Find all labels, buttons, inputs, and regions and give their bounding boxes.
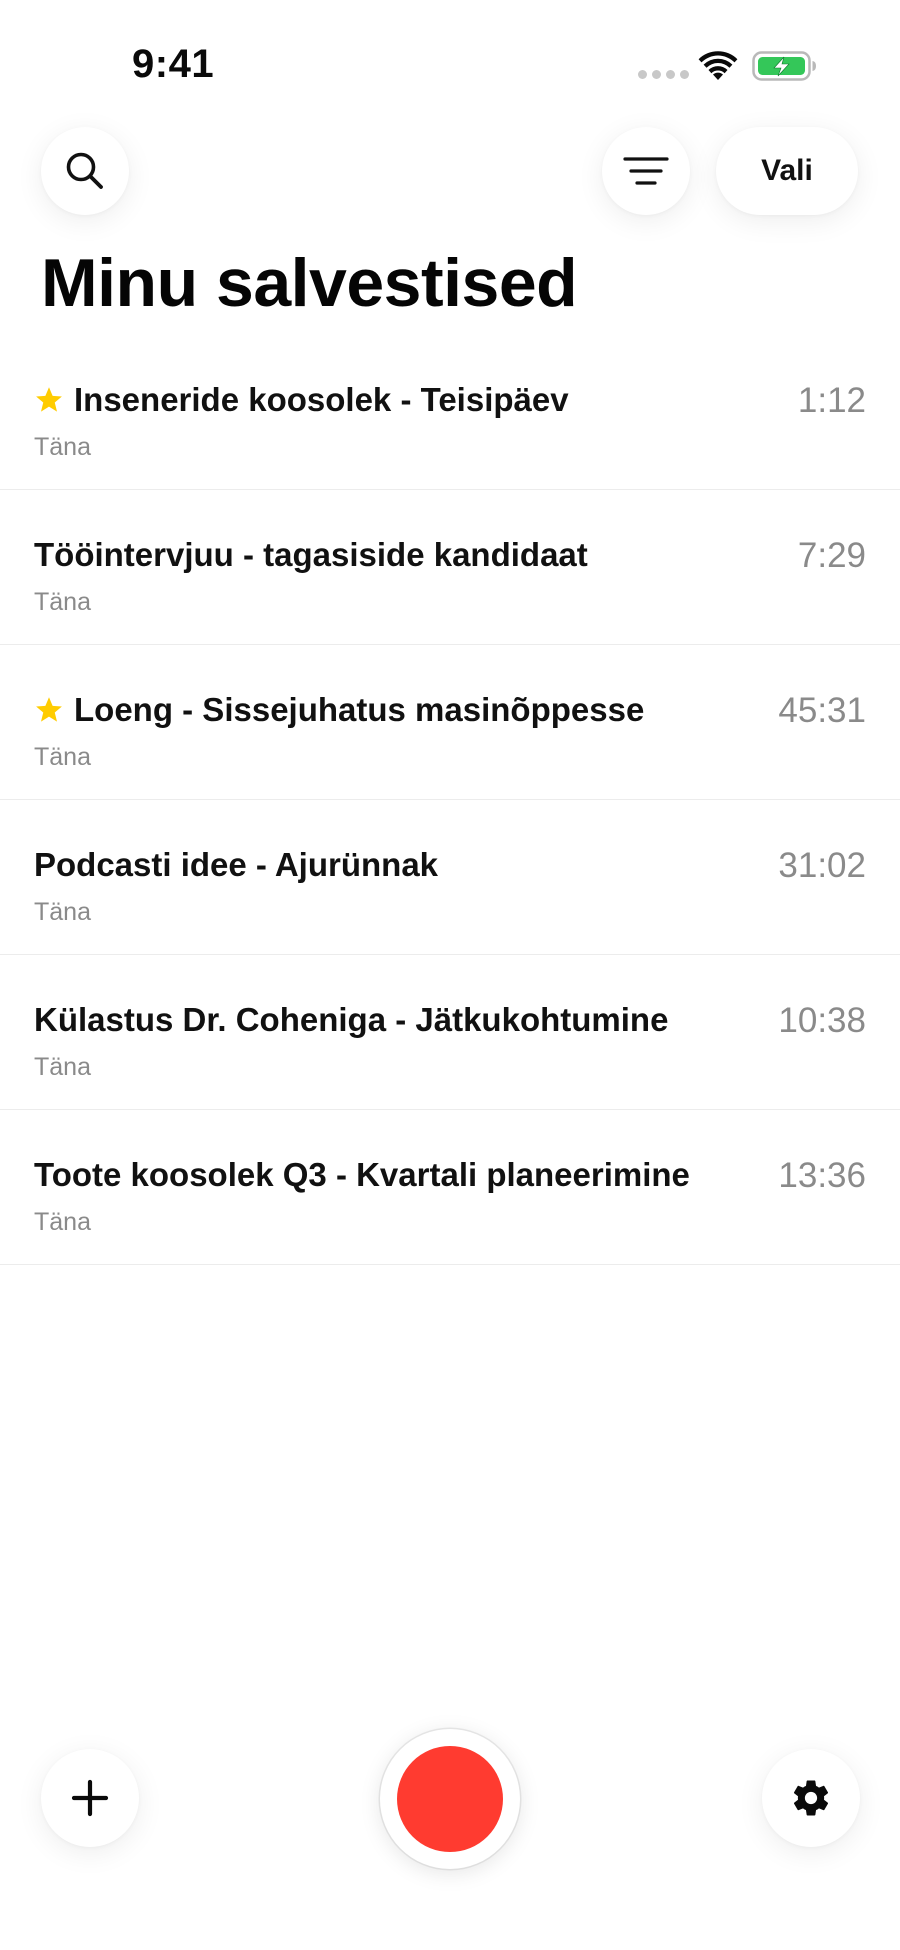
recording-duration: 13:36 [778, 1156, 866, 1195]
record-button[interactable] [380, 1729, 520, 1869]
recording-row[interactable]: Külastus Dr. Coheniga - Jätkukohtumine T… [0, 955, 900, 1110]
filter-button[interactable] [602, 127, 690, 215]
recording-title-line: Podcasti idee - Ajurünnak [34, 846, 438, 884]
recordings-list: Inseneride koosolek - Teisipäev Täna 1:1… [0, 335, 900, 1265]
recording-duration: 1:12 [797, 381, 866, 420]
select-button[interactable]: Vali [716, 127, 858, 215]
battery-charging-icon [752, 51, 816, 81]
recording-title-line: Loeng - Sissejuhatus masinõppesse [34, 691, 644, 729]
filter-icon [623, 157, 669, 185]
recording-title-line: Inseneride koosolek - Teisipäev [34, 381, 569, 419]
recording-date: Täna [34, 898, 91, 926]
recording-title-line: Külastus Dr. Coheniga - Jätkukohtumine [34, 1001, 668, 1039]
recording-title: Külastus Dr. Coheniga - Jätkukohtumine [34, 1001, 669, 1038]
wifi-icon [698, 51, 738, 80]
recording-title: Inseneride koosolek - Teisipäev [74, 381, 569, 418]
status-bar: 9:41 [0, 0, 900, 130]
gear-icon [793, 1780, 829, 1816]
recording-title: Podcasti idee - Ajurünnak [34, 846, 439, 883]
recording-duration: 7:29 [797, 536, 866, 575]
star-icon [36, 697, 62, 722]
record-icon [397, 1746, 503, 1852]
star-icon [36, 387, 62, 412]
recording-title: Tööintervjuu - tagasiside kandidaat [34, 536, 588, 573]
recording-date: Täna [34, 743, 91, 771]
settings-button[interactable] [762, 1749, 860, 1847]
signal-icon [638, 70, 689, 79]
plus-icon [71, 1779, 109, 1817]
search-button[interactable] [41, 127, 129, 215]
recording-date: Täna [34, 1208, 91, 1236]
recording-date: Täna [34, 1053, 91, 1081]
recording-row[interactable]: Toote koosolek Q3 - Kvartali planeerimin… [0, 1110, 900, 1265]
search-icon [66, 152, 103, 189]
recording-row[interactable]: Podcasti idee - Ajurünnak Täna 31:02 [0, 800, 900, 955]
page-title: Minu salvestised [41, 245, 578, 321]
recording-title-line: Tööintervjuu - tagasiside kandidaat [34, 536, 588, 574]
recording-row[interactable]: Loeng - Sissejuhatus masinõppesse Täna 4… [0, 645, 900, 800]
recording-duration: 45:31 [778, 691, 866, 730]
recording-title: Loeng - Sissejuhatus masinõppesse [74, 691, 645, 728]
recording-date: Täna [34, 433, 91, 461]
recording-row[interactable]: Tööintervjuu - tagasiside kandidaat Täna… [0, 490, 900, 645]
recording-title-line: Toote koosolek Q3 - Kvartali planeerimin… [34, 1156, 690, 1194]
recording-duration: 10:38 [778, 1001, 866, 1040]
recording-date: Täna [34, 588, 91, 616]
recording-row[interactable]: Inseneride koosolek - Teisipäev Täna 1:1… [0, 335, 900, 490]
add-button[interactable] [41, 1749, 139, 1847]
recording-duration: 31:02 [778, 846, 866, 885]
status-time: 9:41 [132, 42, 215, 86]
recording-title: Toote koosolek Q3 - Kvartali planeerimin… [34, 1156, 690, 1193]
